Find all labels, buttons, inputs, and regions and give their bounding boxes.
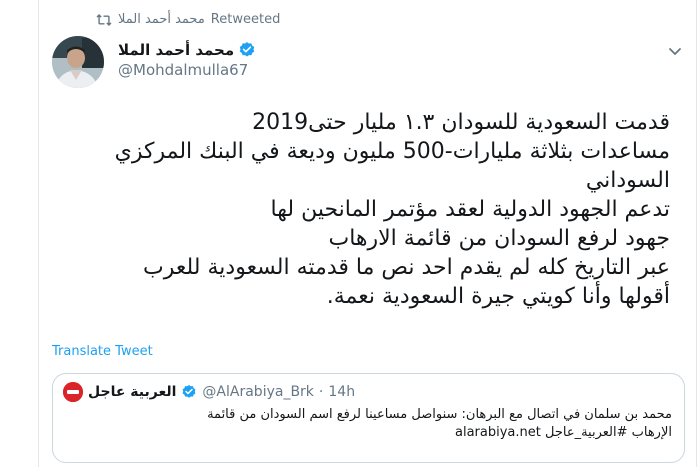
verified-badge-icon [181, 384, 197, 400]
tweet-text-line: قدمت السعودية للسودان ١.٣ مليار حتى2019 [252, 110, 670, 135]
timeline-right-border [696, 0, 697, 467]
author-display-name[interactable]: محمد أحمد الملا [118, 40, 234, 60]
chevron-down-icon[interactable] [668, 42, 682, 55]
quoted-text-line: الإرهاب #العربية_عاجل alarabiya.net [454, 425, 672, 440]
tweet-header: محمد أحمد الملا @Mohdalmulla67 [118, 40, 256, 80]
tweet-text-line: جهود لرفع السودان من قائمة الارهاب [328, 226, 671, 251]
separator-dot: · [318, 384, 324, 400]
quoted-tweet-header: العربية عاجل @AlArabiya_Brk · 14h [63, 382, 355, 402]
avatar[interactable] [52, 36, 104, 88]
tweet-text-line: أقولها وأنا كويتي جيرة السعودية نعمة. [326, 284, 670, 309]
tweet-text-line: عبر التاريخ كله لم يقدم احد نص ما قدمته … [143, 255, 670, 280]
timeline-left-border [38, 0, 39, 467]
translate-tweet-link[interactable]: Translate Tweet [52, 344, 153, 359]
tweet-text-line: تدعم الجهود الدولية لعقد مؤتمر المانحين … [270, 197, 670, 222]
retweet-context[interactable]: محمد أحمد الملا Retweeted [96, 12, 280, 27]
tweet-text-line: السوداني [585, 168, 670, 193]
tweet-text-line: مساعدات بثلاثة مليارات-500 مليون وديعة ف… [114, 139, 670, 164]
author-name-row: محمد أحمد الملا [118, 40, 256, 60]
quoted-display-name[interactable]: العربية عاجل [88, 384, 176, 400]
tweet-card[interactable]: محمد أحمد الملا Retweeted محمد أحمد المل… [0, 0, 700, 467]
quoted-tweet-text: محمد بن سلمان في اتصال مع البرهان: سنواص… [67, 406, 672, 442]
tweet-text: قدمت السعودية للسودان ١.٣ مليار حتى2019 … [50, 108, 670, 311]
quoted-text-line: محمد بن سلمان في اتصال مع البرهان: سنواص… [207, 407, 672, 422]
quoted-handle[interactable]: @AlArabiya_Brk [202, 384, 314, 400]
retweet-icon [96, 13, 112, 27]
retweeter-name[interactable]: محمد أحمد الملا [118, 12, 205, 27]
verified-badge-icon [238, 41, 256, 59]
author-handle[interactable]: @Mohdalmulla67 [118, 60, 256, 80]
retweeted-label: Retweeted [210, 12, 281, 27]
quoted-avatar[interactable] [63, 382, 83, 402]
quoted-tweet[interactable]: العربية عاجل @AlArabiya_Brk · 14h محمد ب… [52, 373, 685, 463]
quoted-timestamp[interactable]: 14h [328, 384, 355, 400]
